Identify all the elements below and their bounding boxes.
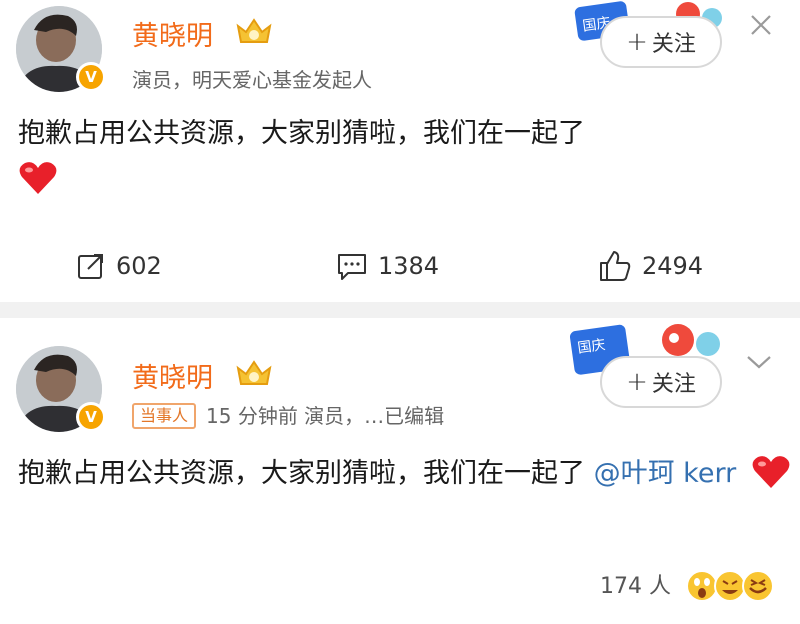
comment-icon xyxy=(338,254,366,280)
author-name-2[interactable]: 黄晓明 xyxy=(132,356,213,395)
post-text-2: 抱歉占用公共资源，大家别猜啦，我们在一起了 @叶珂 kerr xyxy=(18,452,791,496)
crown-icon xyxy=(236,18,272,43)
follow-button[interactable]: + 关注 xyxy=(600,16,722,68)
verified-icon: V xyxy=(76,62,106,92)
follow-label-2: 关注 xyxy=(651,372,696,397)
repost-count: 602 xyxy=(116,252,162,280)
meta-text: 15 分钟前 演员，…已编辑 xyxy=(206,404,445,428)
post-text: 抱歉占用公共资源，大家别猜啦，我们在一起了 xyxy=(18,112,585,210)
like-count: 2494 xyxy=(642,252,704,280)
verified-icon-2: V xyxy=(76,402,106,432)
reaction-count[interactable]: 174 人 xyxy=(600,568,671,600)
action-bar: 602 1384 2494 xyxy=(0,246,800,286)
heart-icon-2 xyxy=(752,456,790,488)
follow-label: 关注 xyxy=(651,32,696,57)
heart-icon xyxy=(19,162,57,194)
repost-icon xyxy=(78,254,103,279)
mention-link[interactable]: @叶珂 kerr xyxy=(594,458,737,489)
author-bio: 演员，明天爱心基金发起人 xyxy=(132,68,372,92)
comment-count: 1384 xyxy=(378,252,440,280)
author-name[interactable]: 黄晓明 xyxy=(132,14,213,53)
crown-icon-2 xyxy=(236,360,272,385)
close-icon[interactable] xyxy=(748,12,774,38)
like-icon xyxy=(600,251,631,281)
chevron-down-icon[interactable] xyxy=(744,352,774,372)
like-button[interactable]: 2494 xyxy=(598,246,703,286)
plus-icon-2: + xyxy=(626,367,648,397)
party-tag: 当事人 xyxy=(132,403,197,429)
plus-icon: + xyxy=(626,27,648,57)
post-body-2: 抱歉占用公共资源，大家别猜啦，我们在一起了 xyxy=(18,458,585,489)
follow-button-2[interactable]: + 关注 xyxy=(600,356,722,408)
reaction-emojis-icon[interactable] xyxy=(684,566,780,606)
post-card-1: V 黄晓明 演员，明天爱心基金发起人 国庆 + 关注 抱歉占用公共资源，大家别猜… xyxy=(0,0,800,302)
post-body: 抱歉占用公共资源，大家别猜啦，我们在一起了 xyxy=(18,118,585,149)
repost-button[interactable]: 602 xyxy=(76,246,162,286)
divider xyxy=(0,302,800,318)
comment-button[interactable]: 1384 xyxy=(336,246,439,286)
post-meta: 当事人 15 分钟前 演员，…已编辑 xyxy=(132,400,444,429)
